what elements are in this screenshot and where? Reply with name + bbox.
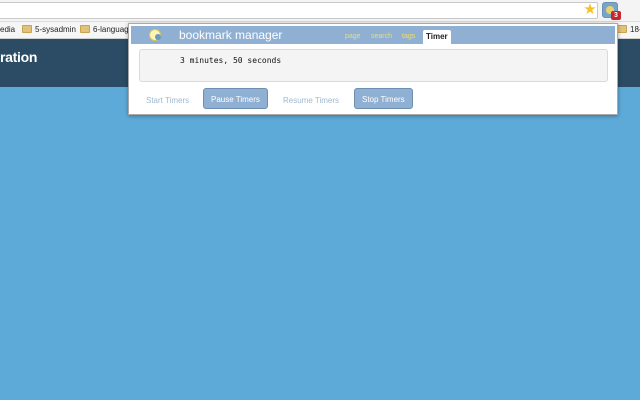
folder-icon xyxy=(22,25,32,33)
timer-text: 3 minutes, 50 seconds xyxy=(180,56,282,65)
tab-timer[interactable]: Timer xyxy=(423,30,451,44)
bookmark-label: 18-a xyxy=(630,25,640,34)
timer-display: 3 minutes, 50 seconds xyxy=(139,49,608,82)
start-timers-button[interactable]: Start Timers xyxy=(146,96,189,106)
page-title: ration xyxy=(0,49,38,65)
extension-badge: 3 xyxy=(611,11,621,20)
bookmark-item[interactable]: edia xyxy=(0,22,15,38)
stop-timers-button[interactable]: Stop Timers xyxy=(354,88,413,109)
popup-title: bookmark manager xyxy=(179,28,283,42)
bookmark-folder-18[interactable]: 18-a xyxy=(617,22,640,38)
pause-timers-button[interactable]: Pause Timers xyxy=(203,88,268,109)
address-bar[interactable] xyxy=(0,2,598,19)
logo-icon xyxy=(149,29,161,41)
tab-page[interactable]: page xyxy=(345,31,361,43)
popup-header: bookmark manager page search tags Timer xyxy=(131,26,615,44)
tab-search[interactable]: search xyxy=(371,31,392,43)
bookmark-label: edia xyxy=(0,25,16,34)
bookmark-star-icon[interactable]: ★ xyxy=(582,0,598,18)
bookmark-folder-language[interactable]: 6-language xyxy=(80,22,133,38)
browser-toolbar: ★ 3 xyxy=(0,0,640,22)
resume-timers-button[interactable]: Resume Timers xyxy=(283,96,339,106)
bookmark-label: 5-sysadmin xyxy=(35,25,76,34)
folder-icon xyxy=(617,25,627,33)
bookmark-folder-sysadmin[interactable]: 5-sysadmin xyxy=(22,22,76,38)
folder-icon xyxy=(80,25,90,33)
tab-tags[interactable]: tags xyxy=(402,31,415,43)
bookmark-manager-popup: bookmark manager page search tags Timer … xyxy=(128,23,618,115)
